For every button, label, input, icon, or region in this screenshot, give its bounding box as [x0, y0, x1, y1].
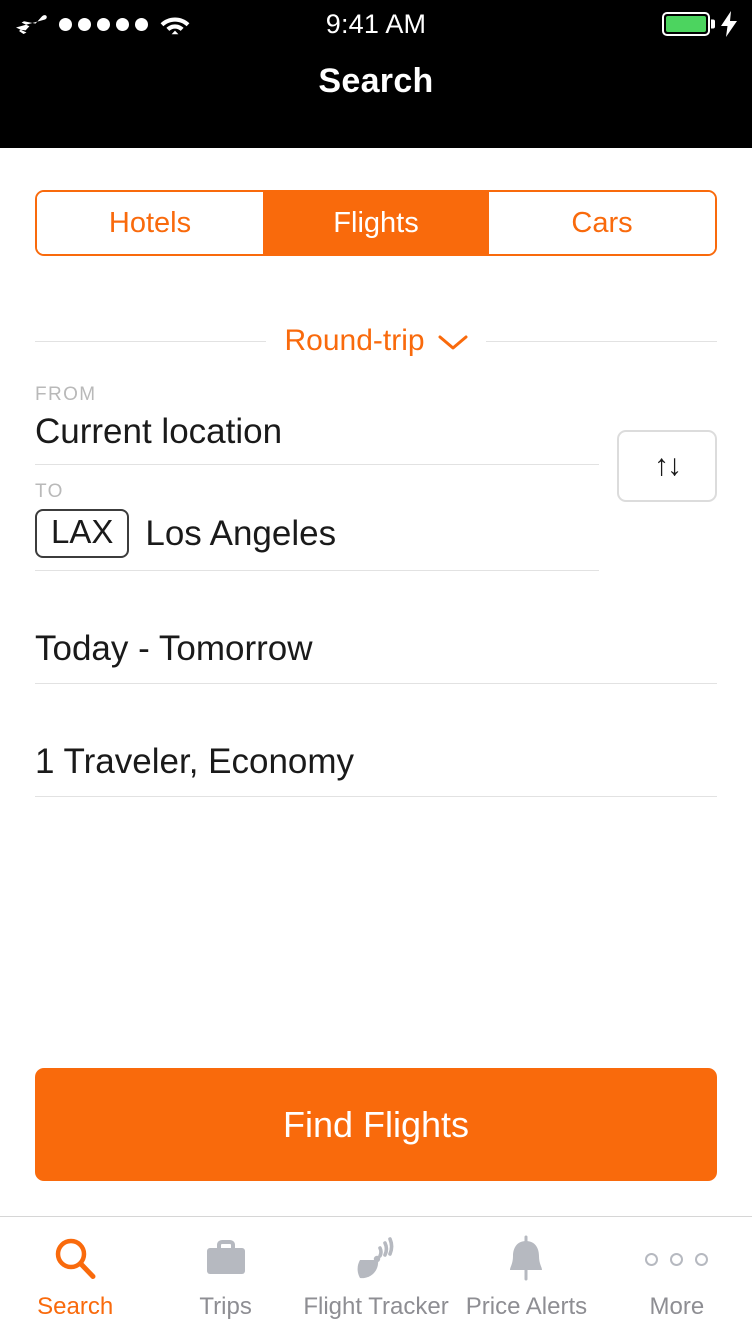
travelers-field[interactable]: 1 Traveler, Economy: [35, 742, 717, 798]
more-dots-icon: [645, 1235, 709, 1283]
swap-vertical-icon: ↑↓: [654, 449, 682, 482]
tab-item-trips[interactable]: Trips: [150, 1235, 300, 1321]
tab-flights[interactable]: Flights: [263, 192, 489, 254]
find-flights-button[interactable]: Find Flights: [35, 1068, 717, 1181]
travelers-value[interactable]: 1 Traveler, Economy: [35, 742, 717, 796]
dates-value[interactable]: Today - Tomorrow: [35, 629, 717, 683]
from-value[interactable]: Current location: [35, 412, 599, 464]
trip-type-row: Round-trip: [35, 324, 718, 358]
more-dot: [645, 1252, 659, 1266]
battery-full-icon: [662, 12, 710, 36]
travelers-underline: [35, 796, 717, 798]
tab-label-price-alerts: Price Alerts: [465, 1293, 588, 1320]
from-label: FROM: [35, 384, 97, 405]
chevron-down-icon: [438, 335, 468, 350]
from-underline: [35, 464, 599, 465]
to-label: TO: [35, 481, 64, 502]
main-content: Hotels Flights Cars Round-trip FROM Curr…: [0, 148, 752, 1216]
battery-fill: [666, 16, 706, 32]
tab-label-trips: Trips: [199, 1293, 252, 1320]
from-field[interactable]: FROM Current location: [35, 384, 599, 465]
radar-icon: [352, 1235, 400, 1283]
search-icon: [52, 1235, 98, 1283]
bottom-tab-bar: Search Trips Flight Tracker Price Alerts…: [0, 1216, 752, 1334]
app-screen: 9:41 AM Search Hotels Flights Cars Round…: [0, 0, 752, 1334]
tab-item-price-alerts[interactable]: Price Alerts: [451, 1235, 601, 1321]
bell-icon: [504, 1235, 548, 1283]
header: 9:41 AM Search: [0, 0, 752, 148]
briefcase-icon: [202, 1235, 250, 1283]
origin-destination-fields: FROM Current location TO LAX Los Angeles: [35, 384, 599, 572]
to-underline: [35, 570, 599, 572]
tab-item-more[interactable]: More: [602, 1235, 752, 1321]
tab-label-search: Search: [37, 1293, 114, 1320]
more-dot: [695, 1252, 709, 1266]
to-field[interactable]: TO LAX Los Angeles: [35, 481, 599, 572]
more-dot: [670, 1252, 684, 1266]
search-category-tabs[interactable]: Hotels Flights Cars: [35, 190, 717, 256]
airport-code-badge: LAX: [35, 509, 130, 559]
tab-cars[interactable]: Cars: [489, 192, 715, 254]
status-bar-clock: 9:41 AM: [325, 8, 427, 39]
to-value-row[interactable]: LAX Los Angeles: [35, 509, 599, 570]
status-bar: 9:41 AM: [0, 0, 752, 48]
tab-item-search[interactable]: Search: [0, 1235, 150, 1321]
trip-type-selector[interactable]: Round-trip: [284, 324, 468, 358]
page-title: Search: [318, 62, 434, 100]
tab-label-flight-tracker: Flight Tracker: [303, 1293, 449, 1320]
dates-underline: [35, 683, 717, 685]
origin-destination-group: FROM Current location TO LAX Los Angeles…: [35, 384, 717, 572]
trip-type-label: Round-trip: [284, 324, 425, 357]
divider-right: [485, 340, 718, 342]
divider-left: [35, 340, 267, 342]
dates-field[interactable]: Today - Tomorrow: [35, 629, 717, 685]
to-city-name: Los Angeles: [145, 513, 337, 553]
tab-item-flight-tracker[interactable]: Flight Tracker: [301, 1235, 451, 1321]
tab-hotels[interactable]: Hotels: [37, 192, 263, 254]
swap-locations-button[interactable]: ↑↓: [617, 430, 717, 502]
tab-label-more: More: [649, 1293, 705, 1320]
